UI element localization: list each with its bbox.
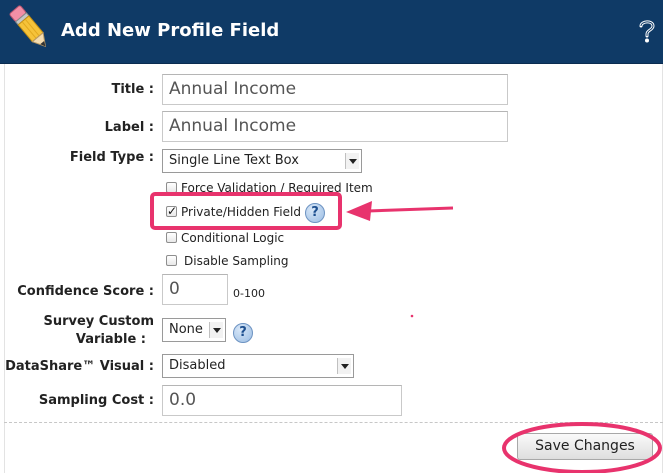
survey-variable-label-line1: Survey Custom: [43, 314, 154, 329]
pencil-icon: [9, 5, 47, 48]
option-conditional-logic[interactable]: Conditional Logic: [166, 230, 284, 246]
disable-sampling-checkbox[interactable]: [166, 255, 177, 266]
datashare-visual-value: Disabled: [169, 358, 226, 373]
field-type-select[interactable]: Single Line Text Box: [162, 149, 362, 173]
survey-variable-value: None: [169, 322, 203, 337]
datashare-visual-label: DataShare™ Visual :: [5, 359, 154, 374]
option-force-validation[interactable]: Force Validation / Required Item: [166, 180, 373, 196]
sampling-cost-input[interactable]: 0.0: [162, 385, 402, 416]
chevron-down-icon: [209, 322, 223, 338]
confidence-score-input[interactable]: 0: [162, 274, 228, 305]
field-type-value: Single Line Text Box: [169, 153, 299, 168]
survey-variable-help-icon[interactable]: ?: [233, 323, 253, 343]
save-changes-button[interactable]: Save Changes: [517, 433, 653, 460]
force-validation-checkbox[interactable]: [166, 182, 177, 193]
help-question-icon[interactable]: [636, 18, 658, 44]
field-type-label: Field Type :: [69, 150, 154, 165]
private-hidden-help-icon[interactable]: ?: [305, 203, 325, 223]
title-input[interactable]: Annual Income: [162, 74, 508, 105]
label-input[interactable]: Annual Income: [162, 111, 508, 142]
confidence-range-hint: 0-100: [233, 287, 265, 300]
private-hidden-checkbox[interactable]: [166, 203, 177, 219]
panel-left-border: [4, 64, 5, 473]
survey-variable-label-line2: Variable :: [75, 332, 146, 347]
confidence-score-label: Confidence Score :: [17, 284, 154, 299]
sampling-cost-label: Sampling Cost :: [38, 393, 154, 408]
dialog-title: Add New Profile Field: [61, 20, 280, 41]
dialog-header: Add New Profile Field: [0, 0, 663, 64]
chevron-down-icon: [345, 153, 359, 169]
force-validation-label: Force Validation / Required Item: [181, 181, 373, 195]
option-private-hidden[interactable]: Private/Hidden Field: [166, 203, 301, 220]
label-field-label: Label :: [104, 120, 154, 135]
private-hidden-label: Private/Hidden Field: [181, 205, 301, 219]
conditional-logic-checkbox[interactable]: [166, 232, 177, 243]
datashare-visual-select[interactable]: Disabled: [162, 354, 354, 378]
survey-variable-select[interactable]: None: [162, 318, 226, 342]
chevron-down-icon: [337, 358, 351, 374]
footer-divider: [4, 422, 663, 423]
title-field-label: Title :: [111, 82, 154, 97]
disable-sampling-label: Disable Sampling: [184, 254, 289, 268]
option-disable-sampling[interactable]: Disable Sampling: [166, 253, 289, 269]
conditional-logic-label: Conditional Logic: [181, 231, 285, 245]
